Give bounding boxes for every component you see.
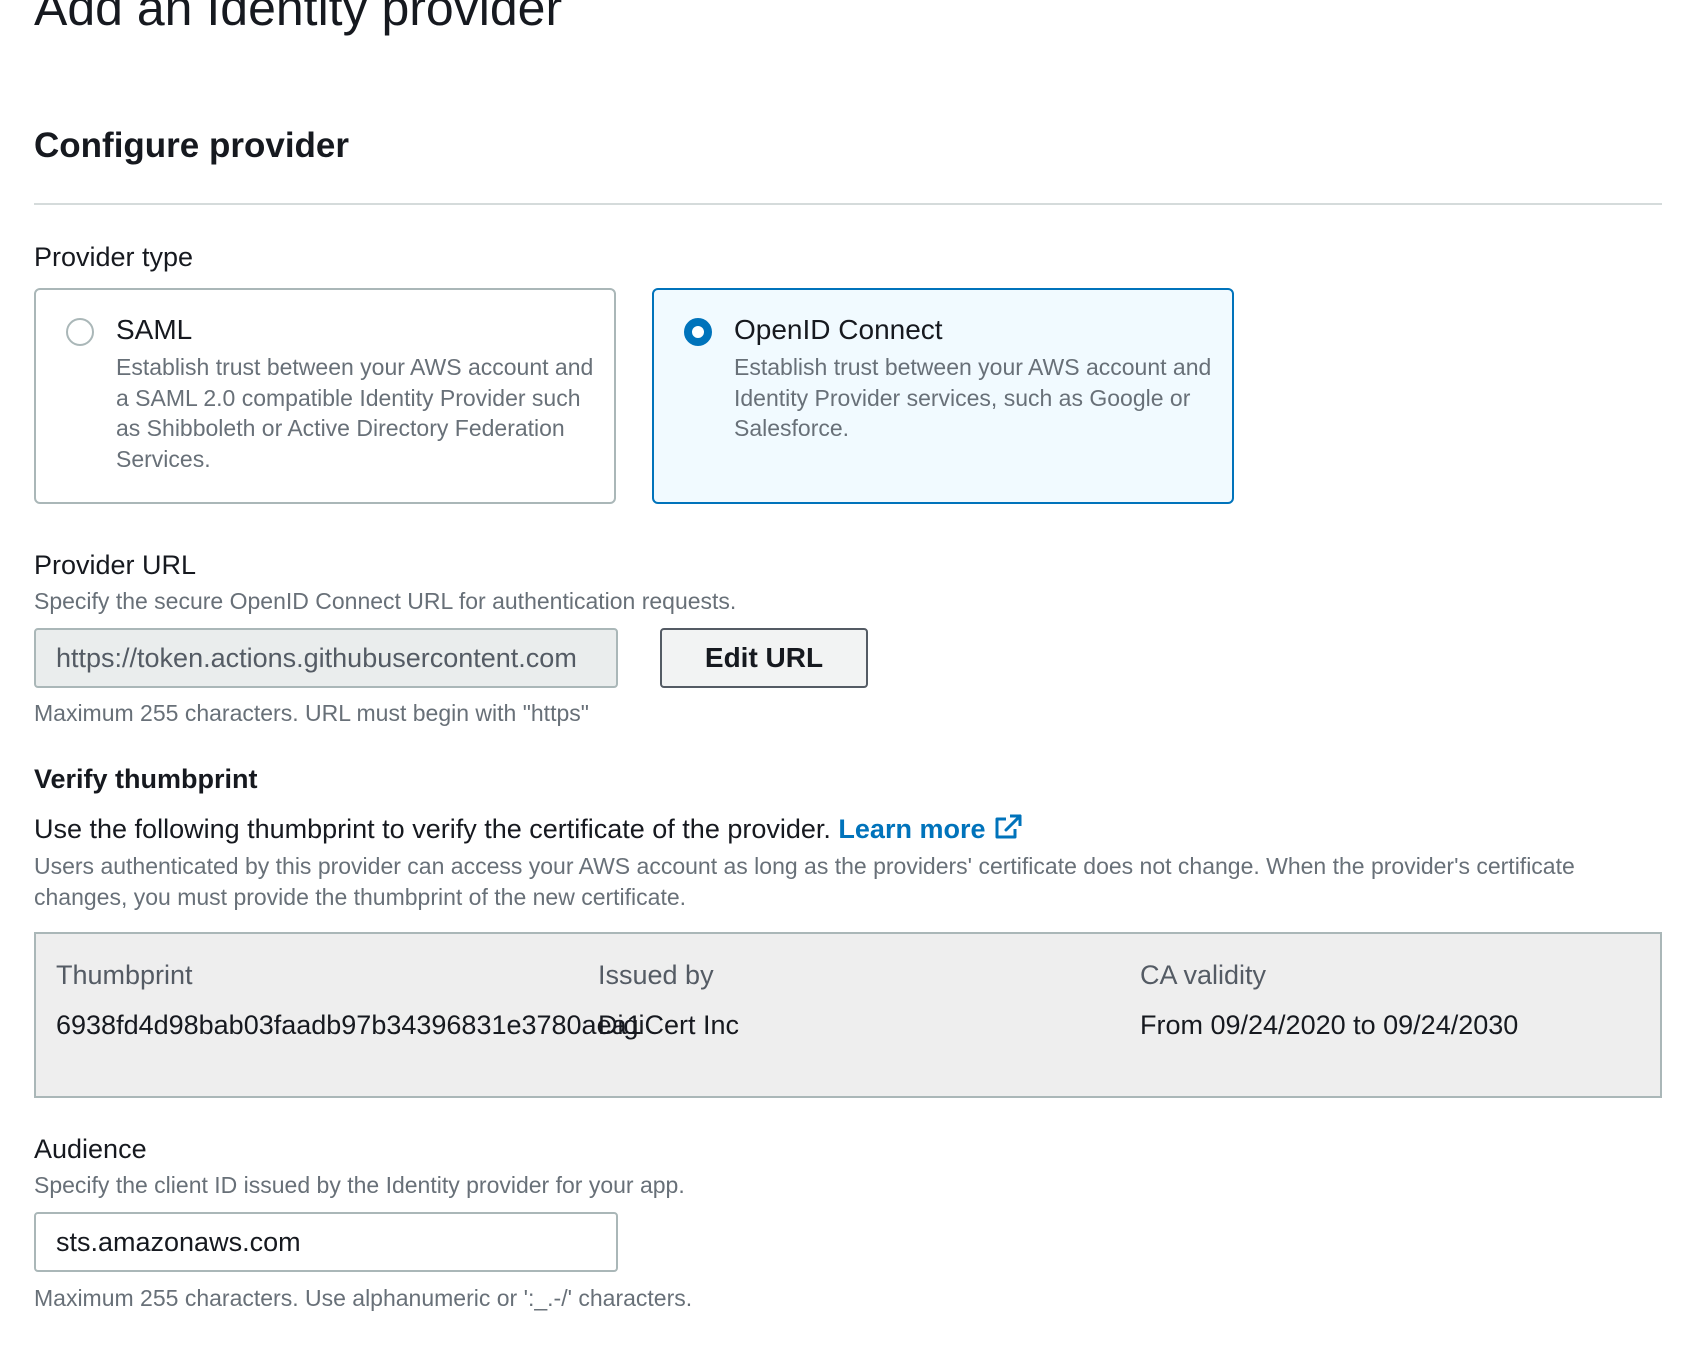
thumbprint-description: Users authenticated by this provider can… bbox=[34, 853, 1575, 910]
provider-url-description: Specify the secure OpenID Connect URL fo… bbox=[34, 588, 737, 614]
issued-by-column-header: Issued by bbox=[598, 960, 714, 990]
saml-radio[interactable] bbox=[66, 318, 94, 346]
provider-url-label: Provider URL bbox=[34, 550, 197, 580]
saml-title: SAML bbox=[116, 314, 193, 345]
external-link-icon[interactable] bbox=[993, 813, 1023, 849]
thumbprint-lead-text: Use the following thumbprint to verify t… bbox=[34, 814, 831, 844]
openid-title: OpenID Connect bbox=[734, 314, 943, 345]
thumbprint-value: 6938fd4d98bab03faadb97b34396831e3780aea1 bbox=[56, 1010, 642, 1040]
thumbprint-column-header: Thumbprint bbox=[56, 960, 193, 990]
provider-type-label: Provider type bbox=[34, 242, 194, 272]
audience-description: Specify the client ID issued by the Iden… bbox=[34, 1172, 685, 1198]
provider-url-constraint: Maximum 255 characters. URL must begin w… bbox=[34, 700, 589, 726]
issued-by-column: Issued by DigiCert Inc bbox=[598, 958, 739, 1042]
section-divider bbox=[34, 203, 1662, 205]
thumbprint-column: Thumbprint 6938fd4d98bab03faadb97b343968… bbox=[56, 958, 642, 1042]
section-title: Configure provider bbox=[34, 126, 350, 165]
issued-by-value: DigiCert Inc bbox=[598, 1010, 740, 1040]
audience-constraint: Maximum 255 characters. Use alphanumeric… bbox=[34, 1285, 693, 1311]
provider-type-saml-tile[interactable]: SAML Establish trust between your AWS ac… bbox=[34, 288, 616, 504]
ca-validity-column-header: CA validity bbox=[1140, 960, 1267, 990]
thumbprint-lead: Use the following thumbprint to verify t… bbox=[34, 812, 1023, 849]
verify-thumbprint-heading: Verify thumbprint bbox=[34, 764, 258, 794]
edit-url-button[interactable]: Edit URL bbox=[660, 628, 868, 688]
ca-validity-column: CA validity From 09/24/2020 to 09/24/203… bbox=[1140, 958, 1518, 1042]
audience-input[interactable]: sts.amazonaws.com bbox=[34, 1212, 618, 1272]
provider-url-input[interactable]: https://token.actions.githubusercontent.… bbox=[34, 628, 618, 688]
saml-description: Establish trust between your AWS account… bbox=[116, 354, 594, 472]
learn-more-label[interactable]: Learn more bbox=[838, 814, 985, 844]
openid-radio[interactable] bbox=[684, 318, 712, 346]
page-title: Add an Identity provider bbox=[34, 0, 563, 36]
ca-validity-value: From 09/24/2020 to 09/24/2030 bbox=[1140, 1010, 1519, 1040]
provider-type-openid-tile[interactable]: OpenID Connect Establish trust between y… bbox=[652, 288, 1234, 504]
audience-label: Audience bbox=[34, 1134, 147, 1164]
thumbprint-table: Thumbprint 6938fd4d98bab03faadb97b343968… bbox=[34, 932, 1662, 1098]
learn-more-link[interactable]: Learn more bbox=[838, 814, 1023, 844]
openid-description: Establish trust between your AWS account… bbox=[734, 354, 1212, 441]
